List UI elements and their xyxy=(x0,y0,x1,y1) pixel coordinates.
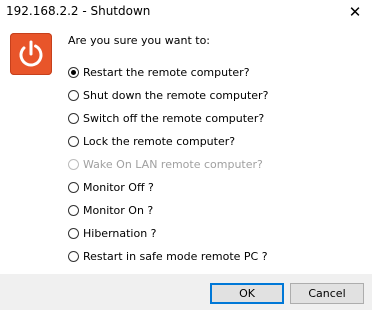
option-label: Monitor On ? xyxy=(83,203,154,217)
cancel-button[interactable]: Cancel xyxy=(290,283,364,304)
radio-switch-off[interactable] xyxy=(68,112,79,124)
option-restart[interactable]: Restart the remote computer? xyxy=(68,64,250,80)
radio-shut-down[interactable] xyxy=(68,89,79,101)
option-shut-down[interactable]: Shut down the remote computer? xyxy=(68,87,268,103)
title-bar: 192.168.2.2 - Shutdown ✕ xyxy=(0,0,372,24)
close-icon: ✕ xyxy=(348,3,362,21)
option-safe-mode[interactable]: Restart in safe mode remote PC ? xyxy=(68,248,268,264)
close-button[interactable]: ✕ xyxy=(338,0,372,24)
option-label: Switch off the remote computer? xyxy=(83,111,265,125)
option-label: Restart the remote computer? xyxy=(83,65,250,79)
option-label: Monitor Off ? xyxy=(83,180,154,194)
radio-hibernation[interactable] xyxy=(68,227,79,239)
option-label: Shut down the remote computer? xyxy=(83,88,269,102)
radio-monitor-off[interactable] xyxy=(68,181,79,193)
option-hibernation[interactable]: Hibernation ? xyxy=(68,225,157,241)
option-monitor-off[interactable]: Monitor Off ? xyxy=(68,179,154,195)
option-label: Restart in safe mode remote PC ? xyxy=(83,249,268,263)
ok-button[interactable]: OK xyxy=(210,283,284,304)
power-icon xyxy=(10,33,52,75)
radio-lock[interactable] xyxy=(68,135,79,147)
option-wake-on-lan: Wake On LAN remote computer? xyxy=(68,156,263,172)
window-title: 192.168.2.2 - Shutdown xyxy=(6,4,151,18)
option-monitor-on[interactable]: Monitor On ? xyxy=(68,202,153,218)
option-switch-off[interactable]: Switch off the remote computer? xyxy=(68,110,264,126)
option-label: Lock the remote computer? xyxy=(83,134,236,148)
option-lock[interactable]: Lock the remote computer? xyxy=(68,133,235,149)
option-label: Hibernation ? xyxy=(83,226,157,240)
option-label: Wake On LAN remote computer? xyxy=(83,157,263,171)
radio-monitor-on[interactable] xyxy=(68,204,79,216)
radio-restart[interactable] xyxy=(68,66,79,78)
question-label: Are you sure you want to: xyxy=(68,34,211,47)
radio-wake-on-lan xyxy=(68,158,79,170)
radio-safe-mode[interactable] xyxy=(68,250,79,262)
